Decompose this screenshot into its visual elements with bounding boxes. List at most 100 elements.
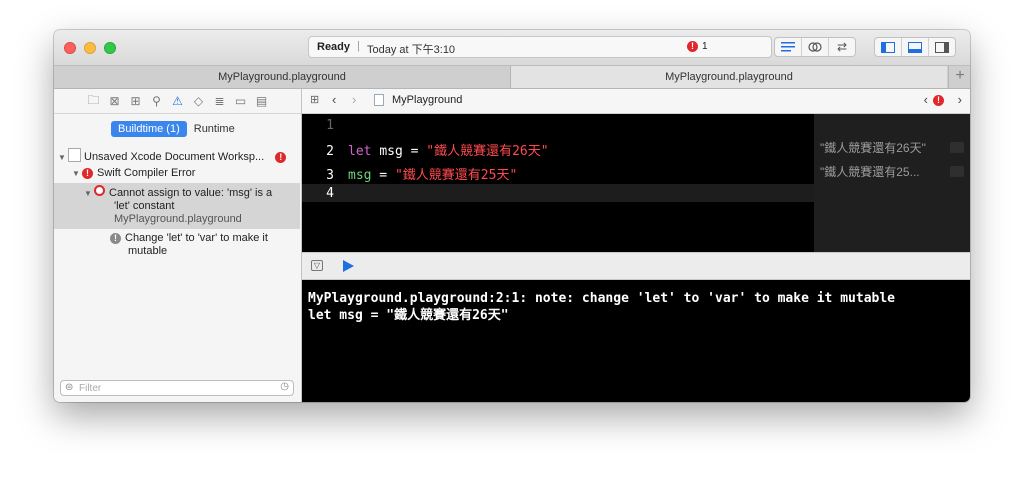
- workspace-issue-row[interactable]: ▼ Unsaved Xcode Document Worksp... !: [58, 148, 287, 163]
- keyword: let: [348, 144, 372, 159]
- debug-console[interactable]: MyPlayground.playground:2:1: note: chang…: [302, 280, 970, 402]
- filter-field[interactable]: ⊜ Filter ◷: [60, 380, 294, 396]
- code-line-1: 1: [302, 118, 348, 138]
- editor-mode-group: ⇄: [774, 37, 856, 57]
- add-tab-button[interactable]: +: [948, 66, 970, 88]
- jump-bar: ⊞ ‹ › MyPlayground ‹ ! ›: [302, 89, 970, 114]
- result-line-3[interactable]: "鐵人競賽還有25...: [820, 163, 920, 180]
- folder-icon[interactable]: 🗀: [87, 91, 101, 112]
- disclosure-triangle-icon[interactable]: ▼: [84, 187, 94, 200]
- console-line-1: MyPlayground.playground:2:1: note: chang…: [308, 291, 895, 306]
- buildtime-segment[interactable]: Buildtime (1): [111, 121, 187, 137]
- string-literal: "鐵人競賽還有26天": [426, 144, 549, 159]
- error-count: 1: [702, 41, 708, 52]
- note-icon: !: [110, 233, 121, 244]
- related-items-icon[interactable]: ⊞: [310, 93, 319, 106]
- identifier: msg: [348, 168, 372, 183]
- fixit-row[interactable]: ! Change 'let' to 'var' to make it mutabl…: [110, 232, 268, 258]
- minimize-window-button[interactable]: [84, 42, 96, 54]
- tab-bar: MyPlayground.playground MyPlayground.pla…: [54, 66, 970, 89]
- string-literal: "鐵人競賽還有25天": [394, 168, 518, 183]
- error-issue-row[interactable]: ▼ Cannot assign to value: 'msg' is a 'let…: [84, 185, 272, 226]
- status-separator: |: [357, 40, 360, 52]
- identifier: msg: [379, 144, 403, 159]
- toolbar: Ready | Today at 下午3:10 ! 1 ⇄: [54, 30, 970, 66]
- issue-navigator: 🗀 ⊠ ⊞ ⚲ ⚠ ◇ ≣ ▭ ▤ Buildtime (1) Runtime …: [54, 89, 302, 402]
- quick-look-icon[interactable]: [950, 142, 964, 153]
- left-panel-icon: [881, 41, 895, 53]
- fixit-line2: mutable: [128, 245, 168, 257]
- error-circle-icon: [94, 185, 105, 196]
- toggle-debug-area-button[interactable]: [901, 38, 928, 56]
- playground-file-icon: [374, 94, 384, 106]
- tab-playground-2[interactable]: MyPlayground.playground: [511, 66, 947, 88]
- disclosure-triangle-icon[interactable]: ▼: [72, 169, 82, 178]
- line-number: 1: [326, 118, 334, 133]
- overlapping-circles-icon: [808, 42, 822, 52]
- test-diamond-icon[interactable]: ◇: [192, 94, 206, 108]
- workspace-label: Unsaved Xcode Document Worksp...: [84, 151, 265, 163]
- source-control-icon[interactable]: ⊠: [108, 94, 122, 108]
- debug-icon[interactable]: ≣: [213, 94, 227, 108]
- operator: =: [371, 168, 395, 183]
- issue-error-icon[interactable]: !: [933, 95, 944, 106]
- warning-triangle-icon[interactable]: ⚠: [171, 94, 185, 108]
- search-icon[interactable]: ⚲: [150, 94, 164, 108]
- toggle-navigator-button[interactable]: [875, 38, 901, 56]
- zoom-window-button[interactable]: [104, 42, 116, 54]
- console-line-2: let msg = "鐵人競賽還有26天": [308, 308, 509, 323]
- error-message-line2: 'let' constant: [114, 200, 175, 212]
- version-editor-button[interactable]: ⇄: [828, 38, 855, 56]
- lines-icon: [781, 42, 795, 52]
- run-play-icon[interactable]: [342, 260, 354, 272]
- next-issue-icon[interactable]: ›: [958, 92, 962, 107]
- code-line-4: 4: [302, 186, 348, 206]
- result-line-2[interactable]: "鐵人競賽還有26天": [820, 139, 926, 156]
- runtime-segment[interactable]: Runtime: [187, 121, 242, 137]
- fixit-line1: Change 'let' to 'var' to make it: [125, 232, 268, 244]
- group-label: Swift Compiler Error: [97, 167, 196, 179]
- error-message-line1: Cannot assign to value: 'msg' is a: [109, 187, 273, 199]
- standard-editor-button[interactable]: [775, 38, 801, 56]
- line-number: 4: [326, 186, 334, 201]
- breakpoint-icon[interactable]: ▭: [234, 94, 248, 108]
- report-icon[interactable]: ▤: [255, 94, 269, 108]
- filter-placeholder: Filter: [79, 383, 102, 394]
- compiler-error-group-row[interactable]: ▼! Swift Compiler Error: [72, 167, 195, 179]
- back-icon[interactable]: ‹: [332, 92, 336, 107]
- activity-viewer: Ready | Today at 下午3:10 ! 1: [308, 36, 772, 58]
- error-icon: !: [275, 152, 287, 163]
- xcode-window: Ready | Today at 下午3:10 ! 1 ⇄ MyPlaygrou…: [54, 30, 970, 402]
- code-line-3: 3 msg = "鐵人競賽還有25天": [302, 164, 517, 184]
- previous-issue-icon[interactable]: ‹: [924, 92, 928, 107]
- line-number: 2: [326, 144, 334, 159]
- error-file-label: MyPlayground.playground: [114, 213, 242, 225]
- navigator-selector-bar: 🗀 ⊠ ⊞ ⚲ ⚠ ◇ ≣ ▭ ▤: [54, 89, 301, 114]
- quick-look-icon[interactable]: [950, 166, 964, 177]
- forward-icon[interactable]: ›: [352, 92, 356, 107]
- source-editor[interactable]: 1 2 let msg = "鐵人競賽還有26天" 3 msg = "鐵人競賽還有2…: [302, 114, 814, 252]
- operator: =: [402, 144, 427, 159]
- right-panel-icon: [935, 41, 949, 53]
- jumpbar-file-label[interactable]: MyPlayground: [392, 94, 462, 106]
- debug-bar: ▽: [302, 252, 970, 280]
- hide-debug-area-icon[interactable]: ▽: [311, 260, 323, 271]
- assistant-editor-button[interactable]: [801, 38, 828, 56]
- filter-icon: ⊜: [65, 382, 74, 393]
- clock-icon[interactable]: ◷: [280, 381, 289, 392]
- line-number: 3: [326, 168, 334, 183]
- build-time: Today at 下午3:10: [367, 44, 456, 56]
- results-sidebar: "鐵人競賽還有26天" "鐵人競賽還有25...: [814, 114, 970, 252]
- error-count-badge[interactable]: ! 1: [687, 41, 708, 52]
- hierarchy-icon[interactable]: ⊞: [129, 94, 143, 108]
- error-icon: !: [82, 168, 93, 179]
- toggle-utilities-button[interactable]: [928, 38, 955, 56]
- tab-playground-1[interactable]: MyPlayground.playground: [54, 66, 511, 88]
- panel-toggle-group: [874, 37, 956, 57]
- document-icon: [68, 148, 81, 162]
- disclosure-triangle-icon[interactable]: ▼: [58, 153, 68, 162]
- build-status: Ready: [317, 41, 351, 53]
- error-icon: !: [687, 41, 698, 52]
- close-window-button[interactable]: [64, 42, 76, 54]
- bottom-panel-icon: [908, 41, 922, 53]
